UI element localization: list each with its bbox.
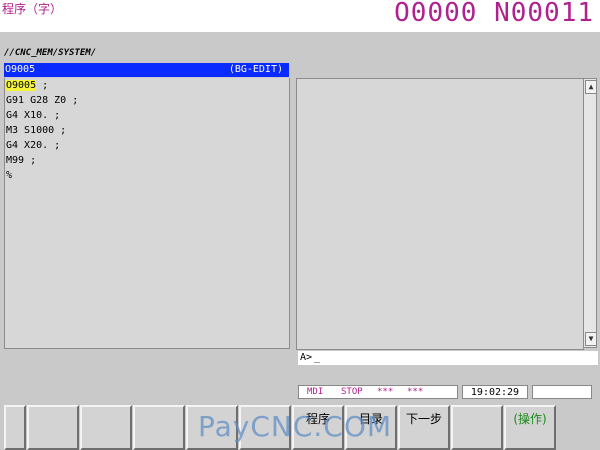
code-text: M99 ; [6, 155, 37, 166]
scroll-down-arrow-icon[interactable]: ▼ [585, 332, 597, 346]
scroll-up-arrow-icon[interactable]: ▲ [585, 80, 597, 94]
status-bar: MDI STOP *** *** [298, 385, 458, 399]
code-line[interactable]: G91 G28 Z0 ; [5, 93, 289, 108]
preview-panel [296, 78, 584, 350]
status-state: STOP [341, 387, 363, 397]
softkey-label: (操作) [513, 412, 547, 426]
status-mode: MDI [307, 387, 324, 397]
code-line[interactable]: G4 X10. ; [5, 108, 289, 123]
program-name: O9005 [5, 64, 36, 75]
status-alarm-1: *** [377, 387, 394, 397]
code-line[interactable]: G4 X20. ; [5, 138, 289, 153]
code-line[interactable]: O9005 ; [5, 78, 289, 93]
edit-mode-label: (BG-EDIT) [228, 64, 283, 75]
code-line[interactable]: % [5, 168, 289, 183]
code-text: G91 G28 Z0 ; [6, 95, 79, 106]
softkey-3[interactable] [80, 405, 132, 450]
softkey-4[interactable] [133, 405, 185, 450]
softkey-1[interactable] [4, 405, 26, 450]
program-editor[interactable]: O9005 ; G91 G28 Z0 ; G4 X10. ; M3 S1000 ; G4… [4, 78, 290, 349]
softkey-label: 下一步 [405, 412, 442, 426]
softkey-9[interactable]: 下一步 [398, 405, 450, 450]
softkey-10[interactable] [451, 405, 503, 450]
code-text: G4 X10. ; [6, 110, 61, 121]
code-text: ; [36, 80, 49, 91]
code-line[interactable]: M3 S1000 ; [5, 123, 289, 138]
softkey-11[interactable]: (操作) [504, 405, 556, 450]
clock: 19:02:29 [462, 385, 528, 399]
code-text: G4 X20. ; [6, 140, 61, 151]
program-title-bar: O9005 (BG-EDIT) [4, 63, 289, 77]
watermark-logo: PayCNC.COM [198, 410, 393, 443]
code-text: % [6, 170, 13, 181]
screen-title: 程序（字） [2, 2, 63, 16]
input-prompt: A> [300, 352, 313, 363]
cursor-highlight: O9005 [6, 80, 37, 91]
program-path: //CNC_MEM/SYSTEM/ [4, 48, 97, 58]
scrollbar[interactable]: ▲ ▼ [583, 78, 597, 348]
key-input-buffer[interactable]: A> _ [298, 351, 598, 365]
code-line[interactable]: M99 ; [5, 153, 289, 168]
status-alarm-2: *** [407, 387, 424, 397]
status-spare-field [532, 385, 592, 399]
softkey-2[interactable] [27, 405, 79, 450]
code-text: M3 S1000 ; [6, 125, 67, 136]
program-number-display: O0000 N00011 [394, 0, 594, 28]
input-cursor: _ [314, 352, 321, 363]
